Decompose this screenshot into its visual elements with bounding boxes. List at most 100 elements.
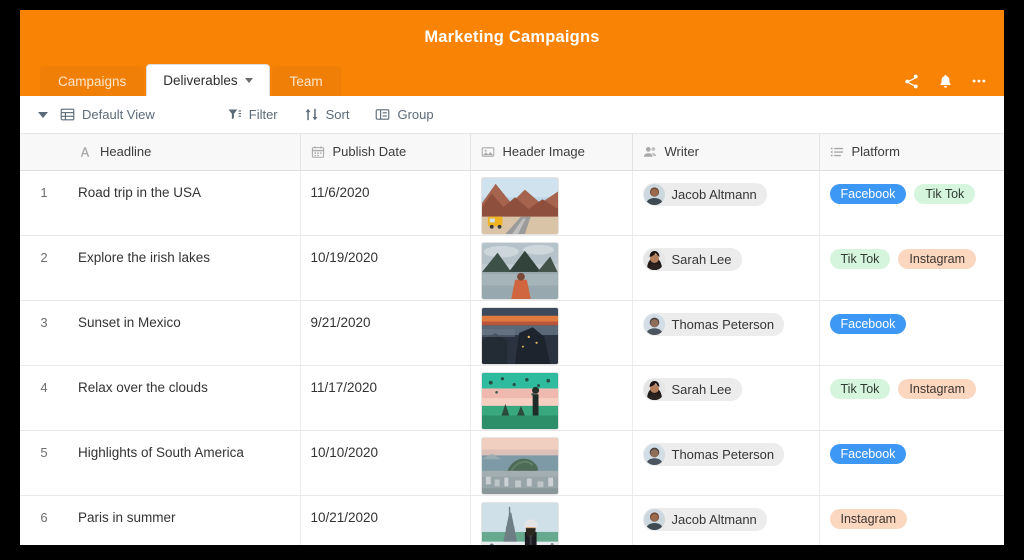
writer-chip[interactable]: Jacob Altmann — [643, 183, 767, 206]
column-header-publish-date[interactable]: Publish Date — [300, 134, 470, 170]
cell-header-image[interactable] — [470, 365, 632, 430]
cell-headline[interactable]: Relax over the clouds — [68, 365, 300, 430]
desert-road-van-thumbnail[interactable] — [481, 177, 559, 235]
table-row[interactable]: 6 Paris in summer 10/21/2020 — [20, 495, 1004, 545]
avatar — [644, 249, 665, 270]
row-index: 1 — [20, 170, 68, 235]
cell-publish-date[interactable]: 9/21/2020 — [300, 300, 470, 365]
writer-chip[interactable]: Sarah Lee — [643, 378, 742, 401]
list-icon — [830, 145, 844, 159]
cell-writer[interactable]: Thomas Peterson — [632, 300, 819, 365]
eiffel-tower-woman-thumbnail[interactable] — [481, 502, 559, 546]
column-header-writer[interactable]: Writer — [632, 134, 819, 170]
platform-tag[interactable]: Tik Tok — [914, 184, 975, 204]
hot-air-balloons-thumbnail[interactable] — [481, 372, 559, 430]
writer-name: Thomas Peterson — [672, 447, 775, 462]
platform-tag[interactable]: Instagram — [898, 379, 976, 399]
cell-publish-date[interactable]: 10/21/2020 — [300, 495, 470, 545]
platform-tags: Facebook — [830, 431, 995, 464]
platform-tag[interactable]: Tik Tok — [830, 249, 891, 269]
avatar — [644, 314, 665, 335]
cell-platform[interactable]: Facebook Tik Tok — [819, 170, 1004, 235]
table-row[interactable]: 1 Road trip in the USA 11/6/2020 — [20, 170, 1004, 235]
calendar-icon — [311, 145, 325, 159]
tab-deliverables[interactable]: Deliverables — [146, 64, 269, 96]
cell-platform[interactable]: Facebook — [819, 300, 1004, 365]
cell-writer[interactable]: Jacob Altmann — [632, 495, 819, 545]
cell-header-image[interactable] — [470, 430, 632, 495]
cell-headline[interactable]: Road trip in the USA — [68, 170, 300, 235]
platform-tags: Facebook Tik Tok — [830, 171, 995, 204]
column-header-platform[interactable]: Platform — [819, 134, 1004, 170]
cell-header-image[interactable] — [470, 235, 632, 300]
cell-platform[interactable]: Tik Tok Instagram — [819, 235, 1004, 300]
platform-tag[interactable]: Facebook — [830, 314, 907, 334]
writer-chip[interactable]: Sarah Lee — [643, 248, 742, 271]
share-icon[interactable] — [902, 72, 920, 90]
mountain-lake-hiker-thumbnail[interactable] — [481, 242, 559, 300]
writer-name: Jacob Altmann — [672, 512, 757, 527]
collapse-views-caret-icon[interactable] — [38, 112, 48, 118]
tab-strip: Campaigns Deliverables Team — [40, 64, 343, 96]
cell-headline[interactable]: Sunset in Mexico — [68, 300, 300, 365]
table-row[interactable]: 5 Highlights of South America 10/10/2020 — [20, 430, 1004, 495]
chevron-down-icon[interactable] — [245, 78, 253, 83]
cell-publish-date[interactable]: 10/10/2020 — [300, 430, 470, 495]
platform-tag[interactable]: Tik Tok — [830, 379, 891, 399]
bell-icon[interactable] — [936, 72, 954, 90]
sort-icon — [304, 107, 319, 122]
cell-publish-date[interactable]: 11/17/2020 — [300, 365, 470, 430]
cell-header-image[interactable] — [470, 495, 632, 545]
platform-tag[interactable]: Facebook — [830, 184, 907, 204]
cell-headline[interactable]: Paris in summer — [68, 495, 300, 545]
tab-team[interactable]: Team — [272, 66, 341, 96]
sort-button[interactable]: Sort — [304, 107, 350, 122]
tab-campaigns[interactable]: Campaigns — [40, 66, 144, 96]
grid-view-icon — [60, 107, 75, 122]
cell-writer[interactable]: Thomas Peterson — [632, 430, 819, 495]
cell-writer[interactable]: Jacob Altmann — [632, 170, 819, 235]
cell-headline[interactable]: Explore the irish lakes — [68, 235, 300, 300]
cell-headline[interactable]: Highlights of South America — [68, 430, 300, 495]
records-grid: Headline — [20, 134, 1004, 545]
filter-button[interactable]: Filter — [227, 107, 278, 122]
group-button[interactable]: Group — [375, 107, 433, 122]
cell-writer[interactable]: Sarah Lee — [632, 365, 819, 430]
writer-chip[interactable]: Thomas Peterson — [643, 443, 785, 466]
cell-platform[interactable]: Facebook — [819, 430, 1004, 495]
table-row[interactable]: 4 Relax over the clouds 11/17/2020 — [20, 365, 1004, 430]
cell-publish-date[interactable]: 11/6/2020 — [300, 170, 470, 235]
cell-platform[interactable]: Tik Tok Instagram — [819, 365, 1004, 430]
more-options-icon[interactable] — [970, 72, 988, 90]
view-selector[interactable]: Default View — [60, 107, 155, 122]
cell-header-image[interactable] — [470, 300, 632, 365]
rio-bay-aerial-thumbnail[interactable] — [481, 437, 559, 495]
app-header: Marketing Campaigns Campaigns Deliverabl… — [20, 10, 1004, 96]
image-icon — [481, 145, 495, 159]
writer-chip[interactable]: Jacob Altmann — [643, 508, 767, 531]
avatar — [644, 509, 665, 530]
sort-label: Sort — [326, 107, 350, 122]
tab-campaigns-label: Campaigns — [58, 74, 126, 89]
cell-publish-date[interactable]: 10/19/2020 — [300, 235, 470, 300]
sunset-coastal-cliff-thumbnail[interactable] — [481, 307, 559, 365]
writer-name: Thomas Peterson — [672, 317, 775, 332]
table-row[interactable]: 3 Sunset in Mexico 9/21/2020 — [20, 300, 1004, 365]
column-header-headline-label: Headline — [100, 144, 151, 159]
row-index: 4 — [20, 365, 68, 430]
cell-writer[interactable]: Sarah Lee — [632, 235, 819, 300]
avatar — [644, 184, 665, 205]
row-index: 2 — [20, 235, 68, 300]
platform-tags: Tik Tok Instagram — [830, 366, 995, 399]
app-window: Marketing Campaigns Campaigns Deliverabl… — [20, 10, 1004, 545]
table-row[interactable]: 2 Explore the irish lakes 10/19/2020 — [20, 235, 1004, 300]
column-header-header-image[interactable]: Header Image — [470, 134, 632, 170]
platform-tag[interactable]: Facebook — [830, 444, 907, 464]
cell-platform[interactable]: Instagram — [819, 495, 1004, 545]
writer-chip[interactable]: Thomas Peterson — [643, 313, 785, 336]
platform-tag[interactable]: Instagram — [898, 249, 976, 269]
group-icon — [375, 107, 390, 122]
column-header-headline[interactable]: Headline — [68, 134, 300, 170]
platform-tag[interactable]: Instagram — [830, 509, 908, 529]
cell-header-image[interactable] — [470, 170, 632, 235]
